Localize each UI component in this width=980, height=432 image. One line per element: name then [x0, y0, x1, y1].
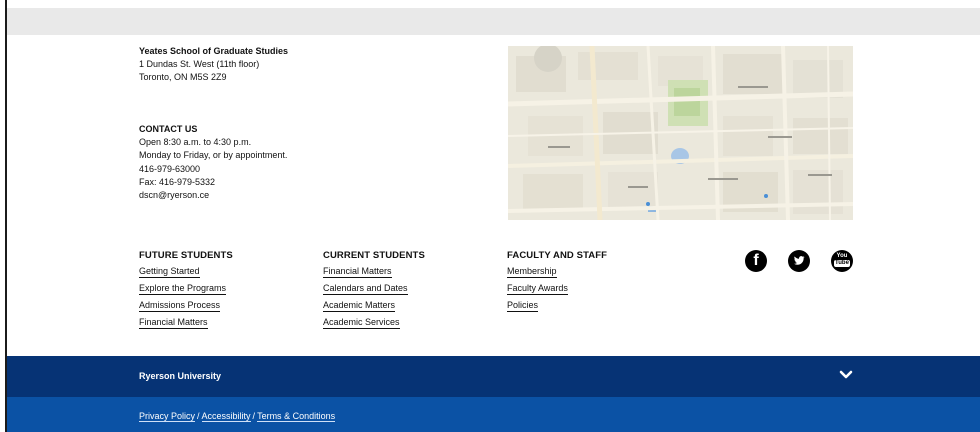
legal-separator: / — [197, 411, 200, 421]
map-graphic — [508, 46, 853, 220]
link-explore-programs[interactable]: Explore the Programs — [139, 283, 227, 295]
school-name: Yeates School of Graduate Studies — [139, 46, 289, 56]
current-students-column: CURRENT STUDENTS Financial Matters Calen… — [323, 250, 493, 334]
youtube-text-you: You — [836, 253, 848, 259]
address-line-1: 1 Dundas St. West (11th floor) — [139, 59, 260, 69]
accessibility-link[interactable]: Accessibility — [201, 411, 251, 422]
youtube-icon[interactable]: You Tube — [831, 250, 853, 272]
faculty-staff-column: FACULTY AND STAFF Membership Faculty Awa… — [507, 250, 677, 317]
top-band — [7, 8, 980, 35]
footer-university-bar: Ryerson University — [7, 356, 980, 397]
privacy-policy-link[interactable]: Privacy Policy — [139, 411, 196, 422]
legal-links: Privacy Policy / Accessibility / Terms & Con… — [139, 411, 336, 422]
youtube-wordmark: You Tube — [831, 253, 853, 267]
link-academic-services[interactable]: Academic Services — [323, 317, 400, 329]
chevron-down-icon[interactable] — [839, 369, 853, 381]
twitter-bird-glyph — [794, 256, 805, 265]
footer-legal-bar: Privacy Policy / Accessibility / Terms & Con… — [7, 397, 980, 432]
column-heading: FACULTY AND STAFF — [507, 250, 608, 261]
contact-heading: CONTACT US — [139, 124, 198, 134]
future-students-column: FUTURE STUDENTS Getting Started Explore … — [139, 250, 309, 334]
contact-days: Monday to Friday, or by appointment. — [139, 150, 288, 161]
link-policies[interactable]: Policies — [507, 300, 539, 312]
contact-fax: Fax: 416-979-5332 — [139, 176, 216, 187]
link-financial-matters[interactable]: Financial Matters — [139, 317, 208, 329]
contact-phone: 416-979-63000 — [139, 163, 201, 174]
contact-hours: Open 8:30 a.m. to 4:30 p.m. — [139, 137, 252, 148]
twitter-icon[interactable] — [788, 250, 810, 272]
link-academic-matters[interactable]: Academic Matters — [323, 300, 396, 312]
link-membership[interactable]: Membership — [507, 266, 557, 278]
terms-conditions-link[interactable]: Terms & Conditions — [257, 411, 336, 422]
university-name: Ryerson University — [139, 371, 222, 381]
link-faculty-awards[interactable]: Faculty Awards — [507, 283, 568, 295]
youtube-text-tube: Tube — [834, 260, 850, 267]
address-block: Yeates School of Graduate Studies 1 Dund… — [139, 45, 288, 84]
link-getting-started[interactable]: Getting Started — [139, 266, 200, 278]
link-calendars-dates[interactable]: Calendars and Dates — [323, 283, 408, 295]
address-line-2: Toronto, ON M5S 2Z9 — [139, 72, 227, 82]
contact-email: dscn@ryerson.ce — [139, 190, 210, 201]
column-heading: CURRENT STUDENTS — [323, 250, 425, 261]
facebook-icon[interactable]: f — [745, 250, 767, 272]
location-map[interactable] — [508, 46, 853, 220]
link-admissions-process[interactable]: Admissions Process — [139, 300, 221, 312]
column-heading: FUTURE STUDENTS — [139, 250, 233, 261]
contact-block: CONTACT US Open 8:30 a.m. to 4:30 p.m. M… — [139, 123, 287, 202]
link-financial-matters[interactable]: Financial Matters — [323, 266, 392, 278]
